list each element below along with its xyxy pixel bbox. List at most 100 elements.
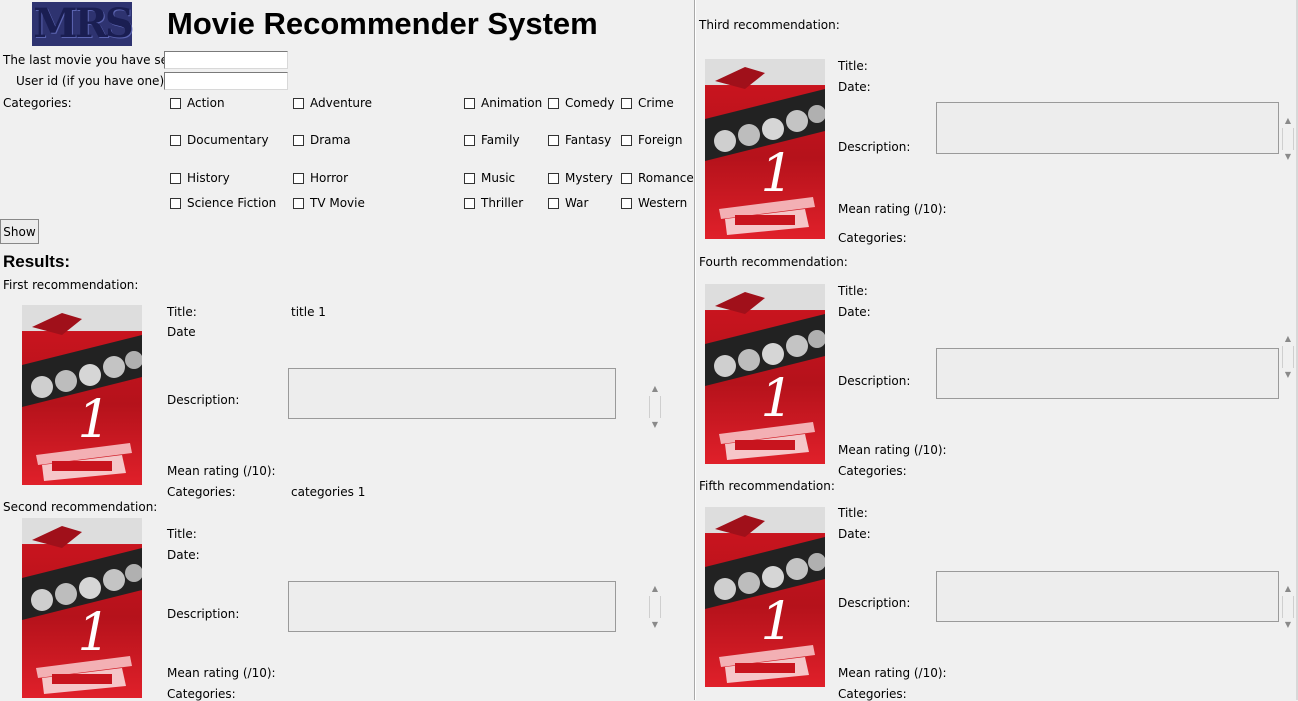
checkbox-box[interactable]: [621, 134, 632, 146]
description-scrollbar[interactable]: ▲ ▼: [1281, 116, 1295, 162]
checkbox-box[interactable]: [464, 197, 475, 209]
user-id-input[interactable]: [164, 72, 288, 90]
last-movie-input[interactable]: [164, 51, 288, 69]
category-checkbox-mystery[interactable]: Mystery: [548, 171, 613, 185]
date-label: Date:: [838, 80, 871, 94]
checkbox-box[interactable]: [170, 197, 181, 209]
scroll-down-arrow-icon[interactable]: ▼: [652, 420, 658, 430]
checkbox-label: Family: [481, 133, 520, 147]
mean-rating-label: Mean rating (/10):: [838, 666, 947, 680]
category-checkbox-documentary[interactable]: Documentary: [170, 133, 269, 147]
checkbox-box[interactable]: [548, 197, 559, 209]
first-description-box[interactable]: [288, 368, 616, 419]
scroll-up-arrow-icon[interactable]: ▲: [652, 584, 658, 594]
category-checkbox-science-fiction[interactable]: Science Fiction: [170, 196, 276, 210]
first-title-value: title 1: [291, 305, 326, 319]
checkbox-box[interactable]: [170, 97, 181, 109]
checkbox-label: Documentary: [187, 133, 269, 147]
scroll-up-arrow-icon[interactable]: ▲: [1285, 116, 1291, 126]
logo: MRS: [32, 0, 134, 47]
description-scrollbar[interactable]: ▲ ▼: [648, 584, 662, 630]
category-checkbox-animation[interactable]: Animation: [464, 96, 542, 110]
scroll-down-arrow-icon[interactable]: ▼: [1285, 620, 1291, 630]
category-checkbox-thriller[interactable]: Thriller: [464, 196, 523, 210]
scroll-track[interactable]: [649, 596, 661, 618]
category-checkbox-crime[interactable]: Crime: [621, 96, 674, 110]
svg-text:1: 1: [760, 144, 793, 204]
scroll-up-arrow-icon[interactable]: ▲: [652, 384, 658, 394]
date-label: Date:: [838, 305, 871, 319]
checkbox-box[interactable]: [548, 172, 559, 184]
fifth-movie-poster: 1: [705, 507, 825, 687]
category-checkbox-family[interactable]: Family: [464, 133, 520, 147]
description-label: Description:: [167, 607, 240, 621]
scroll-down-arrow-icon[interactable]: ▼: [652, 620, 658, 630]
category-checkbox-history[interactable]: History: [170, 171, 230, 185]
category-checkbox-action[interactable]: Action: [170, 96, 225, 110]
first-recommendation-heading: First recommendation:: [3, 278, 139, 292]
checkbox-label: Fantasy: [565, 133, 612, 147]
category-checkbox-foreign[interactable]: Foreign: [621, 133, 682, 147]
description-label: Description:: [167, 393, 240, 407]
checkbox-box[interactable]: [548, 134, 559, 146]
category-checkbox-comedy[interactable]: Comedy: [548, 96, 615, 110]
checkbox-box[interactable]: [464, 172, 475, 184]
scroll-up-arrow-icon[interactable]: ▲: [1285, 584, 1291, 594]
third-description-box[interactable]: [936, 102, 1279, 154]
checkbox-box[interactable]: [464, 134, 475, 146]
checkbox-label: Science Fiction: [187, 196, 277, 210]
scroll-up-arrow-icon[interactable]: ▲: [1285, 334, 1291, 344]
title-label: Title:: [167, 305, 197, 319]
show-button[interactable]: Show: [0, 219, 39, 244]
checkbox-box[interactable]: [293, 134, 304, 146]
second-description-box[interactable]: [288, 581, 616, 632]
scroll-track[interactable]: [649, 396, 661, 418]
svg-text:1: 1: [77, 603, 110, 663]
categories-result-label: Categories:: [838, 687, 907, 701]
checkbox-label: Foreign: [638, 133, 683, 147]
categories-result-label: Categories:: [838, 464, 907, 478]
categories-result-label: Categories:: [167, 687, 236, 701]
fifth-description-box[interactable]: [936, 571, 1279, 622]
scroll-track[interactable]: [1282, 346, 1294, 368]
category-checkbox-western[interactable]: Western: [621, 196, 687, 210]
checkbox-box[interactable]: [621, 197, 632, 209]
checkbox-label: Drama: [310, 133, 351, 147]
category-checkbox-horror[interactable]: Horror: [293, 171, 348, 185]
checkbox-box[interactable]: [170, 134, 181, 146]
checkbox-box[interactable]: [293, 172, 304, 184]
checkbox-box[interactable]: [464, 97, 475, 109]
logo-text: MRS: [33, 0, 133, 47]
checkbox-label: History: [187, 171, 230, 185]
checkbox-box[interactable]: [621, 97, 632, 109]
app-title: Movie Recommender System: [167, 6, 598, 41]
description-scrollbar[interactable]: ▲ ▼: [1281, 584, 1295, 630]
checkbox-box[interactable]: [293, 97, 304, 109]
description-scrollbar[interactable]: ▲ ▼: [1281, 334, 1295, 380]
checkbox-box[interactable]: [621, 172, 632, 184]
description-scrollbar[interactable]: ▲ ▼: [648, 384, 662, 430]
svg-text:1: 1: [77, 390, 110, 450]
checkbox-box[interactable]: [293, 197, 304, 209]
category-checkbox-tv-movie[interactable]: TV Movie: [293, 196, 365, 210]
first-categories-value: categories 1: [291, 485, 366, 499]
checkbox-box[interactable]: [170, 172, 181, 184]
svg-text:1: 1: [760, 369, 793, 429]
checkbox-label: Adventure: [310, 96, 373, 110]
fifth-recommendation-heading: Fifth recommendation:: [699, 479, 835, 493]
checkbox-box[interactable]: [548, 97, 559, 109]
checkbox-label: Horror: [310, 171, 349, 185]
category-checkbox-romance[interactable]: Romance: [621, 171, 694, 185]
title-label: Title:: [167, 527, 197, 541]
category-checkbox-music[interactable]: Music: [464, 171, 515, 185]
scroll-down-arrow-icon[interactable]: ▼: [1285, 370, 1291, 380]
category-checkbox-adventure[interactable]: Adventure: [293, 96, 372, 110]
categories-result-label: Categories:: [838, 231, 907, 245]
category-checkbox-drama[interactable]: Drama: [293, 133, 351, 147]
category-checkbox-war[interactable]: War: [548, 196, 588, 210]
category-checkbox-fantasy[interactable]: Fantasy: [548, 133, 611, 147]
fourth-description-box[interactable]: [936, 348, 1279, 399]
scroll-down-arrow-icon[interactable]: ▼: [1285, 152, 1291, 162]
scroll-track[interactable]: [1282, 596, 1294, 618]
scroll-track[interactable]: [1282, 128, 1294, 150]
